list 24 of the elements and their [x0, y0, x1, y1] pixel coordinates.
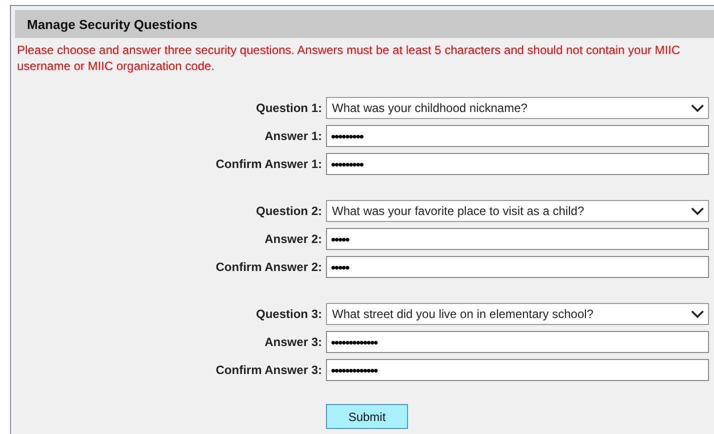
- chevron-down-icon: [691, 104, 704, 112]
- chevron-down-icon: [691, 310, 704, 318]
- confirm-answer-field[interactable]: •••••: [326, 256, 709, 278]
- field-label: Confirm Answer 3:: [214, 363, 322, 377]
- field-label: Question 1:: [254, 101, 322, 115]
- panel-title: Manage Security Questions: [27, 16, 198, 32]
- answer-field[interactable]: •••••: [326, 228, 709, 250]
- notice-text: Please choose and answer three security questions. Answers must be at least 5 characters and should not contain your MIIC username or MIIC organization code.: [16, 42, 682, 74]
- confirm-answer-field[interactable]: •••••••••: [326, 153, 709, 175]
- field-label: Question 2:: [254, 204, 322, 218]
- field-label: Confirm Answer 2:: [214, 260, 322, 274]
- chevron-down-icon: [691, 206, 704, 216]
- field-label: Question 3:: [254, 307, 322, 321]
- answer-field[interactable]: •••••••••••••: [326, 331, 709, 353]
- question-dropdown[interactable]: What was your favorite place to visit as a child?: [326, 200, 709, 222]
- confirm-answer-field[interactable]: •••••••••••••: [326, 359, 709, 381]
- field-label: Answer 2:: [264, 232, 322, 246]
- field-label: Answer 3:: [264, 335, 322, 349]
- submit-button[interactable]: Submit: [326, 404, 408, 429]
- field-label: Confirm Answer 1:: [214, 157, 322, 171]
- question-dropdown[interactable]: What street did you live on in elementary school?: [326, 303, 709, 325]
- question-dropdown[interactable]: What was your childhood nickname?: [326, 97, 709, 119]
- field-label: Answer 1:: [264, 129, 322, 143]
- answer-field[interactable]: •••••••••: [326, 125, 709, 147]
